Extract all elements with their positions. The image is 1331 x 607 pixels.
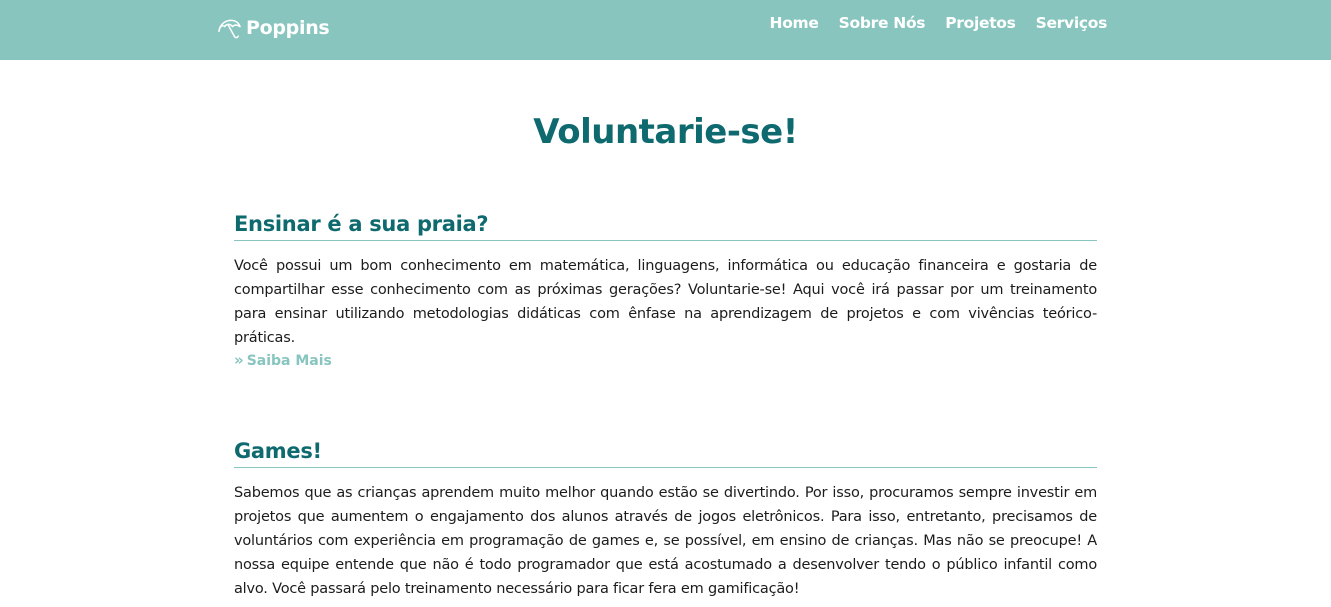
section-text: Sabemos que as crianças aprendem muito m… — [234, 485, 1097, 597]
double-chevron-right-icon: » — [234, 351, 244, 369]
page-title: Voluntarie-se! — [533, 112, 798, 152]
saiba-mais-label: Saiba Mais — [246, 352, 332, 369]
brand-logo[interactable]: Poppins — [217, 12, 330, 44]
brand-name: Poppins — [246, 17, 330, 39]
nav-sobre-nos[interactable]: Sobre Nós — [839, 14, 926, 32]
section-heading: Games! — [234, 439, 1097, 468]
section-games: Games! Sabemos que as crianças aprendem … — [234, 439, 1097, 601]
nav-home[interactable]: Home — [770, 14, 819, 32]
umbrella-icon — [218, 19, 241, 38]
navbar: Poppins Home Sobre Nós Projetos Serviços — [0, 0, 1331, 60]
section-heading: Ensinar é a sua praia? — [234, 212, 1097, 241]
saiba-mais-link[interactable]: » Saiba Mais — [234, 353, 332, 369]
nav-servicos[interactable]: Serviços — [1036, 14, 1108, 32]
nav-projetos[interactable]: Projetos — [945, 14, 1016, 32]
section-text: Você possui um bom conhecimento em matem… — [234, 258, 1097, 346]
section-ensinar: Ensinar é a sua praia? Você possui um bo… — [234, 212, 1097, 369]
main-nav: Home Sobre Nós Projetos Serviços — [770, 14, 1108, 32]
